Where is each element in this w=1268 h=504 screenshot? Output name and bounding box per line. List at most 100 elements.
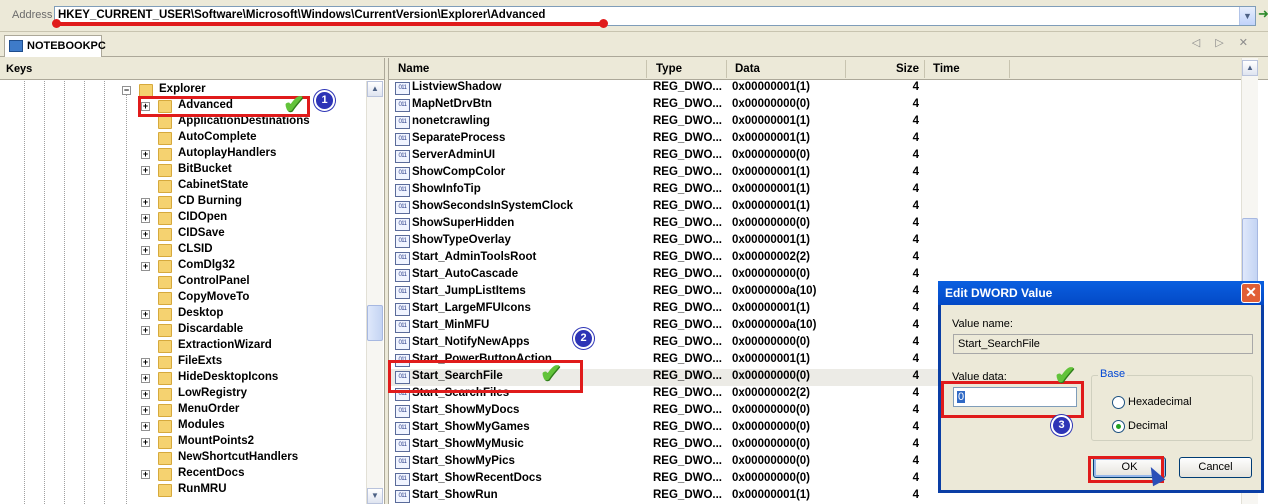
value-row[interactable]: 011 MapNetDrvBtn REG_DWO... 0x00000000(0) 4 <box>389 97 1241 114</box>
collapse-icon[interactable]: − <box>122 86 131 95</box>
tree-item[interactable]: + FileExts <box>0 355 366 371</box>
expand-icon[interactable]: + <box>141 470 150 479</box>
tree-item[interactable]: ControlPanel <box>0 275 366 291</box>
value-type: REG_DWO... <box>653 455 723 467</box>
tree-item[interactable]: + Modules <box>0 419 366 435</box>
tree-item[interactable]: + MountPoints2 <box>0 435 366 451</box>
tree-item[interactable]: CopyMoveTo <box>0 291 366 307</box>
expand-icon[interactable]: + <box>141 422 150 431</box>
radio-hexadecimal[interactable] <box>1112 396 1125 409</box>
tree-item-label: Modules <box>178 419 225 431</box>
close-icon[interactable]: ✕ <box>1241 283 1261 303</box>
value-row[interactable]: 011 ShowTypeOverlay REG_DWO... 0x00000001(1… <box>389 233 1241 250</box>
scroll-down-icon[interactable]: ▼ <box>367 488 383 504</box>
tree-item[interactable]: AutoComplete <box>0 131 366 147</box>
dialog-titlebar[interactable]: Edit DWORD Value ✕ <box>938 281 1264 305</box>
value-row[interactable]: 011 ShowInfoTip REG_DWO... 0x00000001(1) 4 <box>389 182 1241 199</box>
radio-decimal[interactable] <box>1112 420 1125 433</box>
tab-controls[interactable]: ◁ ▷ ✕ <box>1192 36 1254 49</box>
chevron-down-icon[interactable]: ▼ <box>1239 7 1255 25</box>
tree-item[interactable]: + Discardable <box>0 323 366 339</box>
expand-icon[interactable]: + <box>141 390 150 399</box>
value-row[interactable]: 011 SeparateProcess REG_DWO... 0x00000001(1… <box>389 131 1241 148</box>
tree-item[interactable]: + BitBucket <box>0 163 366 179</box>
value-row[interactable]: 011 ShowSecondsInSystemClock REG_DWO... 0x0… <box>389 199 1241 216</box>
tree-item-label: RunMRU <box>178 483 227 495</box>
tree-item[interactable]: + RecentDocs <box>0 467 366 483</box>
expand-icon[interactable]: + <box>141 262 150 271</box>
value-row[interactable]: 011 nonetcrawling REG_DWO... 0x00000001(1) 4 <box>389 114 1241 131</box>
value-size: 4 <box>912 302 919 314</box>
tree-item[interactable]: + MenuOrder <box>0 403 366 419</box>
tree-item[interactable]: + AutoplayHandlers <box>0 147 366 163</box>
column-name[interactable]: Name <box>398 63 429 75</box>
keys-scrollbar[interactable]: ▲ ▼ <box>366 81 383 504</box>
expand-icon[interactable]: + <box>141 150 150 159</box>
tab-notebookpc[interactable]: NOTEBOOKPC <box>4 35 106 57</box>
dword-value-icon: 011 <box>395 150 410 163</box>
tree-item[interactable]: + HideDesktopIcons <box>0 371 366 387</box>
value-name: ShowCompColor <box>412 166 506 178</box>
value-data: 0x00000001(1) <box>732 115 811 127</box>
tree-item-label: MountPoints2 <box>178 435 255 447</box>
expand-icon[interactable]: + <box>141 214 150 223</box>
expand-icon[interactable]: + <box>141 358 150 367</box>
decimal-label[interactable]: Decimal <box>1128 420 1168 432</box>
tree-item[interactable]: ExtractionWizard <box>0 339 366 355</box>
keys-header: Keys <box>0 58 384 80</box>
value-name: Start_MinMFU <box>412 319 490 331</box>
tree-item[interactable]: ApplicationDestinations <box>0 115 366 131</box>
go-arrow-icon[interactable]: ➜ <box>1258 6 1268 26</box>
value-name: Start_LargeMFUIcons <box>412 302 531 314</box>
value-row[interactable]: 011 ShowSuperHidden REG_DWO... 0x00000000(0… <box>389 216 1241 233</box>
tree-item[interactable]: + LowRegistry <box>0 387 366 403</box>
address-input[interactable]: HKEY_CURRENT_USER\Software\Microsoft\Win… <box>58 9 545 21</box>
scroll-up-icon[interactable]: ▲ <box>1242 60 1258 76</box>
expand-icon[interactable]: + <box>141 406 150 415</box>
column-size[interactable]: Size <box>896 63 919 75</box>
tree-item[interactable]: + CIDOpen <box>0 211 366 227</box>
expand-icon[interactable]: + <box>141 246 150 255</box>
expand-icon[interactable]: + <box>141 230 150 239</box>
tree-item-label: Desktop <box>178 307 224 319</box>
expand-icon[interactable]: + <box>141 326 150 335</box>
tree-item[interactable]: + Desktop <box>0 307 366 323</box>
value-type: REG_DWO... <box>653 251 723 263</box>
column-type[interactable]: Type <box>656 63 682 75</box>
value-name: ListviewShadow <box>412 81 502 93</box>
value-size: 4 <box>912 285 919 297</box>
column-data[interactable]: Data <box>735 63 760 75</box>
value-row[interactable]: 011 ShowCompColor REG_DWO... 0x00000001(1) 4 <box>389 165 1241 182</box>
value-row[interactable]: 011 Start_AdminToolsRoot REG_DWO... 0x00000… <box>389 250 1241 267</box>
value-size: 4 <box>912 251 919 263</box>
value-row[interactable]: 011 ServerAdminUI REG_DWO... 0x00000000(0) 4 <box>389 148 1241 165</box>
value-size: 4 <box>912 115 919 127</box>
tree-item[interactable]: + ComDlg32 <box>0 259 366 275</box>
tree-item[interactable]: CabinetState <box>0 179 366 195</box>
value-row[interactable]: 011 ListviewShadow REG_DWO... 0x00000001(1)… <box>389 80 1241 97</box>
expand-icon[interactable]: + <box>141 438 150 447</box>
value-type: REG_DWO... <box>653 81 723 93</box>
scroll-up-icon[interactable]: ▲ <box>367 81 383 97</box>
cancel-button[interactable]: Cancel <box>1179 457 1252 478</box>
tree-item[interactable]: + CIDSave <box>0 227 366 243</box>
tree-item[interactable]: + CLSID <box>0 243 366 259</box>
folder-icon <box>158 116 172 129</box>
scroll-thumb[interactable] <box>367 305 383 341</box>
tree-item[interactable]: + CD Burning <box>0 195 366 211</box>
value-size: 4 <box>912 438 919 450</box>
column-time[interactable]: Time <box>933 63 960 75</box>
expand-icon[interactable]: + <box>141 198 150 207</box>
expand-icon[interactable]: + <box>141 166 150 175</box>
folder-icon <box>158 484 172 497</box>
tree-item[interactable]: NewShortcutHandlers <box>0 451 366 467</box>
tree-item-label: LowRegistry <box>178 387 248 399</box>
value-size: 4 <box>912 319 919 331</box>
expand-icon[interactable]: + <box>141 310 150 319</box>
tree-item[interactable]: RunMRU <box>0 483 366 499</box>
hexadecimal-label[interactable]: Hexadecimal <box>1128 396 1192 408</box>
value-type: REG_DWO... <box>653 336 723 348</box>
expand-icon[interactable]: + <box>141 374 150 383</box>
address-label: Address <box>12 9 53 21</box>
dword-value-icon: 011 <box>395 184 410 197</box>
